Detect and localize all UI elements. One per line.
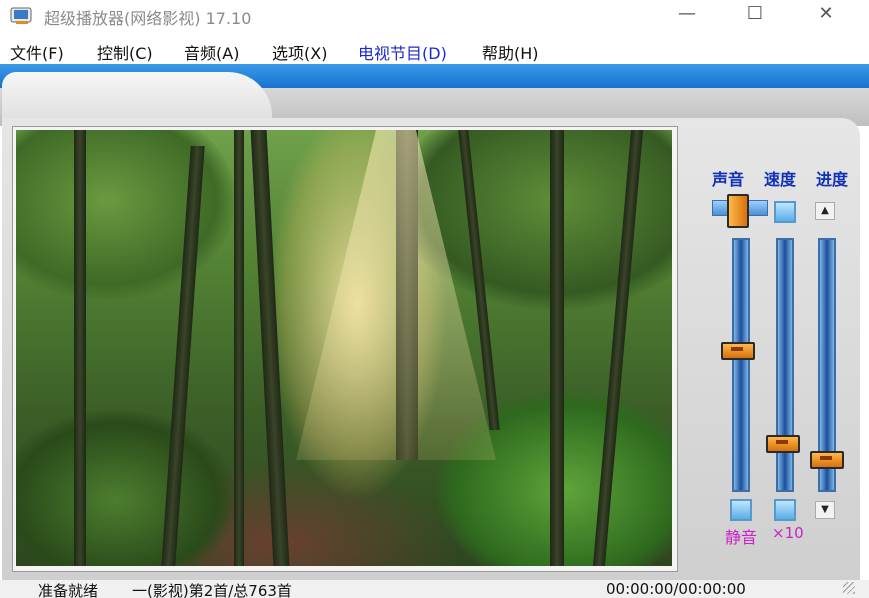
title-bar: 超级播放器(网络影视) 17.10 — ☐ ✕ <box>0 0 869 32</box>
volume-label: 声音 <box>712 170 745 189</box>
tree-trunk <box>550 130 564 566</box>
status-bar: 准备就绪 一(影视)第2首/总763首 00:00:00/00:00:00 <box>0 580 869 598</box>
menu-tv-programs[interactable]: 电视节目(D) <box>358 40 447 64</box>
speed-multiplier-label: ×10 <box>772 524 804 542</box>
video-frame <box>12 126 678 572</box>
volume-slider-knob[interactable] <box>721 342 755 361</box>
status-playlist: 一(影视)第2首/总763首 <box>132 582 292 598</box>
speed-label: 速度 <box>764 170 797 189</box>
speed-slider-knob[interactable] <box>766 435 800 454</box>
video-display[interactable] <box>16 130 672 566</box>
menu-control[interactable]: 控制(C) <box>97 40 153 64</box>
app-icon <box>10 6 34 26</box>
speed-slider-track[interactable] <box>776 238 794 492</box>
menu-audio[interactable]: 音频(A) <box>184 40 239 64</box>
progress-slider-knob[interactable] <box>810 451 844 470</box>
close-button[interactable]: ✕ <box>803 0 849 30</box>
maximize-button[interactable]: ☐ <box>732 0 778 30</box>
menu-file[interactable]: 文件(F) <box>10 40 64 64</box>
status-time: 00:00:00/00:00:00 <box>606 580 746 598</box>
progress-label: 进度 <box>816 170 849 189</box>
menu-options[interactable]: 选项(X) <box>272 40 327 64</box>
foliage <box>16 410 236 566</box>
resize-grip[interactable] <box>843 582 855 594</box>
speed-x10-button[interactable] <box>774 499 796 521</box>
volume-slider-track[interactable] <box>732 238 750 492</box>
tree-trunk <box>250 130 290 566</box>
mute-label: 静音 <box>725 528 758 547</box>
window-title: 超级播放器(网络影视) 17.10 <box>44 9 252 28</box>
progress-up-button[interactable]: ▲ <box>815 202 835 220</box>
status-state: 准备就绪 <box>38 582 99 598</box>
menu-bar: 文件(F) 控制(C) 音频(A) 选项(X) 电视节目(D) 帮助(H) <box>0 38 869 66</box>
tree-trunk <box>234 130 244 566</box>
tree-trunk <box>74 130 86 566</box>
menu-help[interactable]: 帮助(H) <box>482 40 539 64</box>
balance-knob[interactable] <box>727 194 749 228</box>
mute-button[interactable] <box>730 499 752 521</box>
speed-top-button[interactable] <box>774 201 796 223</box>
progress-down-button[interactable]: ▼ <box>815 501 835 519</box>
minimize-button[interactable]: — <box>664 0 710 30</box>
